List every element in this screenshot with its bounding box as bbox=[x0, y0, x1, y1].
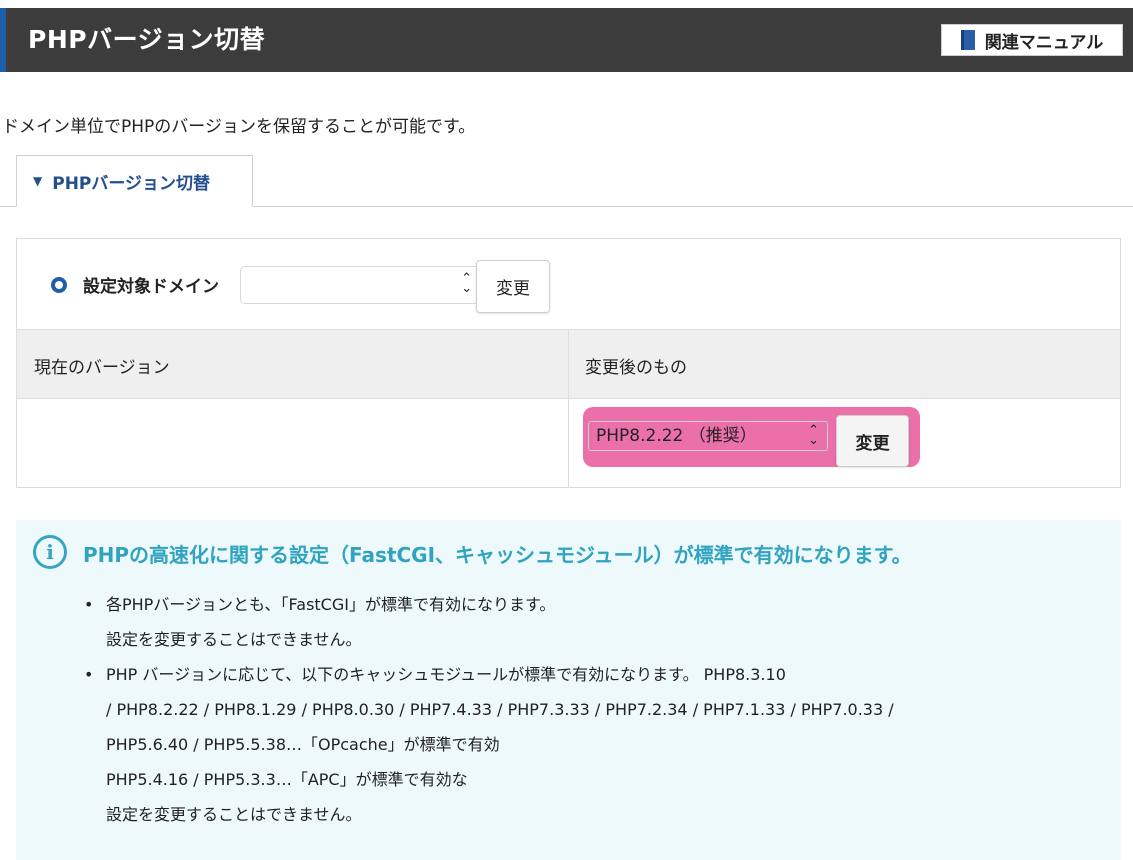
tab-label: PHPバージョン切替 bbox=[52, 173, 211, 194]
column-new-version: 変更後のもの bbox=[585, 358, 687, 378]
chevron-down-icon: ▼ bbox=[33, 174, 43, 188]
domain-select[interactable]: ⌃ ⌄ bbox=[240, 266, 483, 304]
version-select[interactable]: PHP8.2.22 （推奨） ⌃ ⌄ bbox=[588, 421, 828, 451]
info-icon: i bbox=[33, 535, 67, 569]
info-line: 設定を変更することはできません。 bbox=[106, 805, 362, 824]
info-line: PHP5.4.16 / PHP5.3.3…「APC」が標準で有効な bbox=[106, 770, 468, 789]
settings-panel: 設定対象ドメイン ⌃ ⌄ 変更 現在のバージョン 変更後のもの PHP8.2.22… bbox=[16, 238, 1121, 488]
intro-text: ドメイン単位でPHPのバージョンを保留することが可能です。 bbox=[2, 117, 476, 137]
radio-icon[interactable] bbox=[51, 277, 67, 293]
info-line: PHP バージョンに応じて、以下のキャッシュモジュールが標準で有効になります。 … bbox=[106, 665, 786, 684]
domain-label: 設定対象ドメイン bbox=[83, 277, 219, 297]
page-header: PHPバージョン切替 関連マニュアル bbox=[0, 8, 1133, 72]
book-icon bbox=[960, 30, 975, 50]
list-item: PHP バージョンに応じて、以下のキャッシュモジュールが標準で有効になります。 … bbox=[82, 657, 1102, 832]
info-line: PHP5.6.40 / PHP5.5.38…「OPcache」が標準で有効 bbox=[106, 735, 500, 754]
related-manual-label: 関連マニュアル bbox=[984, 32, 1104, 53]
info-box: i PHPの高速化に関する設定（FastCGI、キャッシュモジュール）が標準で有… bbox=[16, 520, 1121, 860]
column-divider bbox=[568, 329, 569, 487]
domain-change-button[interactable]: 変更 bbox=[476, 260, 550, 313]
info-title: PHPの高速化に関する設定（FastCGI、キャッシュモジュール）が標準で有効に… bbox=[83, 543, 912, 567]
page-title: PHPバージョン切替 bbox=[28, 25, 266, 54]
info-list: 各PHPバージョンとも、「FastCGI」が標準で有効になります。 設定を変更す… bbox=[82, 587, 1102, 832]
select-arrows-icon: ⌃ ⌄ bbox=[808, 423, 819, 448]
domain-row: 設定対象ドメイン ⌃ ⌄ 変更 bbox=[17, 239, 1120, 329]
version-change-button[interactable]: 変更 bbox=[836, 415, 909, 467]
tab-php-version-switch[interactable]: ▼ PHPバージョン切替 bbox=[16, 155, 253, 207]
info-line: / PHP8.2.22 / PHP8.1.29 / PHP8.0.30 / PH… bbox=[106, 700, 894, 719]
related-manual-button[interactable]: 関連マニュアル bbox=[941, 24, 1123, 56]
select-arrows-icon: ⌃ ⌄ bbox=[461, 271, 472, 296]
version-select-value: PHP8.2.22 （推奨） bbox=[596, 426, 757, 446]
info-line: 各PHPバージョンとも、「FastCGI」が標準で有効になります。 bbox=[106, 595, 556, 614]
info-line: 設定を変更することはできません。 bbox=[106, 630, 362, 649]
column-current-version: 現在のバージョン bbox=[34, 358, 170, 378]
list-item: 各PHPバージョンとも、「FastCGI」が標準で有効になります。 設定を変更す… bbox=[82, 587, 1102, 657]
